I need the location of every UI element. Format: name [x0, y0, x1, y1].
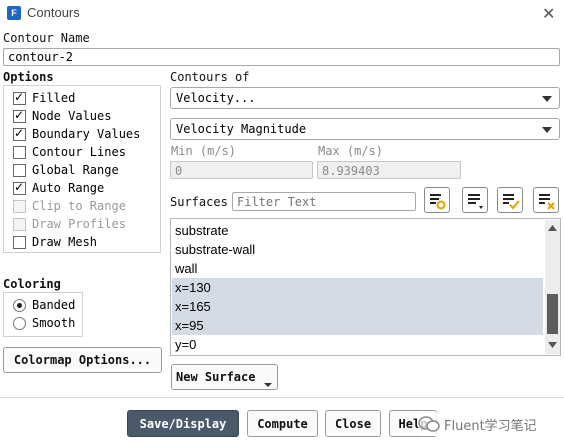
new-surface-label: New Surface	[176, 370, 256, 384]
option-global-range[interactable]: Global Range	[13, 161, 119, 179]
option-draw-mesh[interactable]: Draw Mesh	[13, 233, 97, 251]
option-filled[interactable]: Filled	[13, 89, 75, 107]
draw-profiles-checkbox	[13, 217, 26, 231]
chevron-down-icon	[542, 96, 552, 102]
list-item[interactable]: substrate-wall	[172, 240, 543, 259]
banded-radio[interactable]	[13, 298, 26, 312]
contour-name-label: Contour Name	[3, 31, 90, 45]
list-item[interactable]: wall	[172, 259, 543, 278]
app-icon: F	[7, 6, 21, 20]
close-button[interactable]: Close	[325, 410, 381, 437]
max-field: 8.939403	[317, 161, 461, 179]
title-bar: F Contours ✕	[0, 0, 564, 26]
close-icon[interactable]: ✕	[542, 4, 555, 23]
surfaces-label: Surfaces	[170, 195, 228, 209]
new-surface-button[interactable]: New Surface	[171, 364, 278, 390]
radio-label: Smooth	[32, 316, 76, 330]
contour-name-input[interactable]	[3, 48, 560, 66]
option-auto-range[interactable]: Auto Range	[13, 179, 104, 197]
option-label: Clip to Range	[32, 199, 126, 213]
window-title: Contours	[27, 5, 80, 20]
coloring-option-banded[interactable]: Banded	[13, 296, 75, 314]
watermark: Fluent学习笔记	[418, 412, 558, 436]
list-item[interactable]: y=0	[172, 335, 543, 354]
chevron-down-icon	[264, 383, 272, 387]
option-label: Global Range	[32, 163, 119, 177]
selected-value: Velocity...	[176, 91, 256, 105]
option-label: Node Values	[32, 109, 112, 123]
coloring-label: Coloring	[3, 277, 61, 291]
select-all-icon[interactable]	[497, 187, 523, 213]
smooth-radio[interactable]	[13, 316, 26, 330]
clip-to-range-checkbox	[13, 199, 26, 213]
max-label: Max (m/s)	[318, 144, 384, 158]
option-draw-profiles: Draw Profiles	[13, 215, 126, 233]
wechat-icon	[418, 416, 440, 432]
chevron-down-icon	[542, 127, 552, 133]
draw-mesh-checkbox[interactable]	[13, 235, 26, 249]
scroll-down-icon[interactable]	[547, 341, 558, 350]
scroll-up-icon[interactable]	[547, 223, 558, 232]
contour-lines-checkbox[interactable]	[13, 145, 26, 159]
option-label: Draw Profiles	[32, 217, 126, 231]
option-label: Filled	[32, 91, 76, 105]
radio-label: Banded	[32, 298, 76, 312]
contours-of-category-select[interactable]: Velocity...	[170, 87, 560, 109]
coloring-option-smooth[interactable]: Smooth	[13, 314, 75, 332]
boundary-values-checkbox[interactable]	[13, 126, 26, 141]
option-node-values[interactable]: Node Values	[13, 107, 111, 125]
options-label: Options	[3, 70, 54, 84]
scroll-thumb[interactable]	[547, 294, 558, 334]
list-item[interactable]: substrate	[172, 221, 543, 240]
list-item[interactable]: x=95	[172, 316, 543, 335]
contours-of-label: Contours of	[170, 70, 250, 84]
option-label: Contour Lines	[32, 145, 126, 159]
surfaces-filter-input[interactable]	[232, 192, 416, 211]
option-contour-lines[interactable]: Contour Lines	[13, 143, 126, 161]
min-label: Min (m/s)	[171, 144, 237, 158]
surfaces-scrollbar[interactable]	[545, 220, 560, 354]
filled-checkbox[interactable]	[13, 90, 26, 105]
option-label: Boundary Values	[32, 127, 141, 141]
contours-of-variable-select[interactable]: Velocity Magnitude	[170, 118, 560, 140]
coloring-group: Banded Smooth	[3, 292, 83, 337]
watermark-text: Fluent学习笔记	[444, 418, 537, 434]
option-label: Draw Mesh	[32, 235, 98, 249]
selected-value: Velocity Magnitude	[176, 122, 307, 136]
surfaces-list[interactable]: substrate substrate-wall wall x=130 x=16…	[170, 218, 561, 356]
list-item[interactable]: x=165	[172, 297, 543, 316]
deselect-all-icon[interactable]	[533, 187, 559, 213]
auto-range-checkbox[interactable]	[13, 180, 26, 195]
options-group: Filled Node Values Boundary Values Conto…	[3, 85, 161, 253]
global-range-checkbox[interactable]	[13, 163, 26, 177]
option-clip-to-range: Clip to Range	[13, 197, 126, 215]
option-boundary-values[interactable]: Boundary Values	[13, 125, 140, 143]
list-menu-icon[interactable]	[462, 187, 488, 213]
list-item[interactable]: x=130	[172, 278, 543, 297]
option-label: Auto Range	[32, 181, 105, 195]
colormap-options-button[interactable]: Colormap Options...	[3, 347, 162, 373]
node-values-checkbox[interactable]	[13, 108, 26, 123]
select-filter-icon[interactable]	[424, 187, 450, 213]
min-field: 0	[170, 161, 313, 179]
save-display-button[interactable]: Save/Display	[127, 410, 239, 437]
divider	[0, 397, 564, 398]
compute-button[interactable]: Compute	[247, 410, 318, 437]
